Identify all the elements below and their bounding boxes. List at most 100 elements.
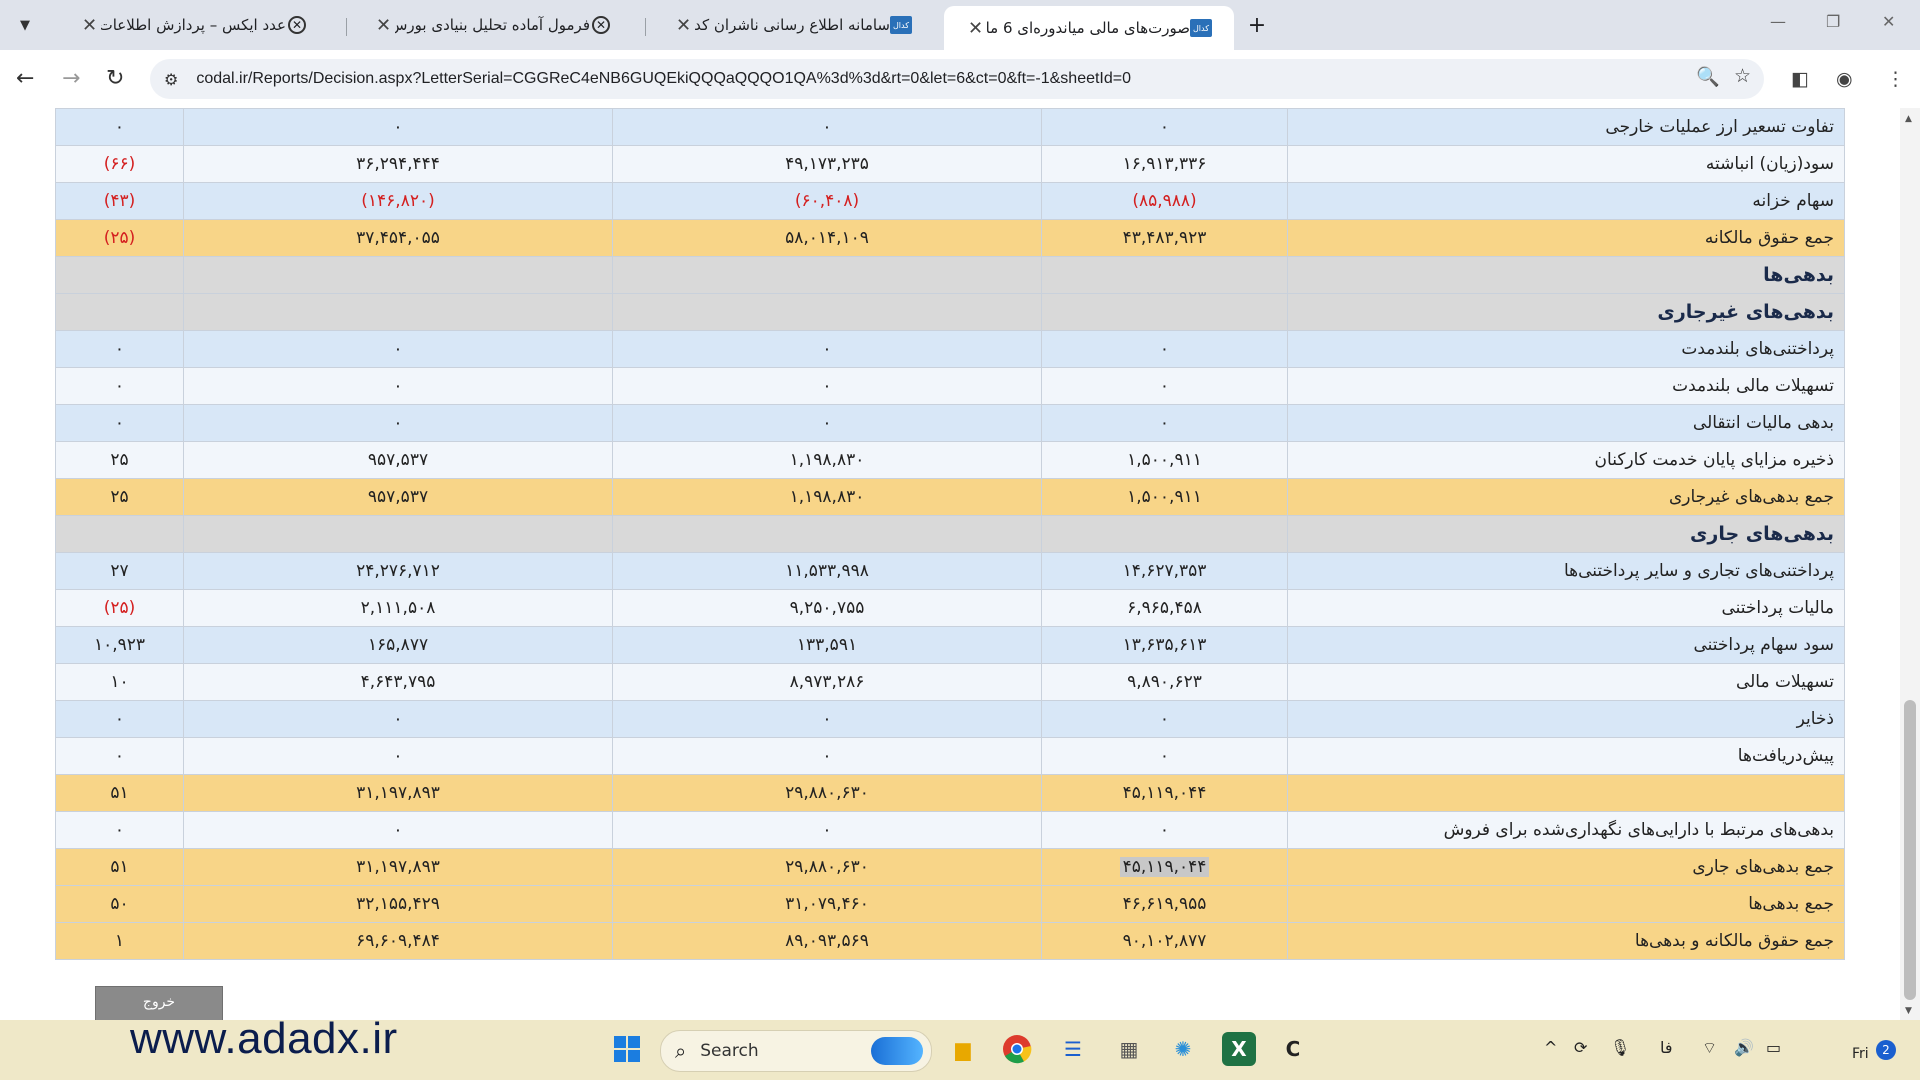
cell-value: ۰ <box>1159 339 1170 359</box>
value-cell-c3 <box>183 256 613 294</box>
battery-icon[interactable]: ▭ <box>1766 1038 1781 1057</box>
financial-statement-table: ۰ ۰ ۰ ۰ تفاوت تسعیر ارز عملیات خارجی (۶۶) ۳۶,۲… <box>55 108 1845 960</box>
value-cell-c4: ۲۵ <box>55 478 184 516</box>
tab-formula[interactable]: ✕ فرمول آماده تحلیل بنیادی بورس ✕ <box>352 8 634 42</box>
scrollbar-thumb[interactable] <box>1904 700 1916 1000</box>
excel-icon[interactable]: X <box>1222 1032 1256 1066</box>
url-text[interactable]: codal.ir/Reports/Decision.aspx?LetterSer… <box>196 70 1131 88</box>
value-cell-c1: ۰ <box>1041 737 1288 775</box>
camtasia-icon[interactable]: C <box>1276 1032 1310 1066</box>
row-label: سود سهام پرداختنی <box>1287 626 1845 664</box>
tab-close-icon[interactable]: ✕ <box>376 15 391 36</box>
cell-value: ۲۹,۸۸۰,۶۳۰ <box>785 857 869 877</box>
new-tab-plus-icon[interactable]: + <box>1242 10 1272 40</box>
value-cell-c2: ۰ <box>612 737 1042 775</box>
tab-close-icon[interactable]: ✕ <box>968 18 983 39</box>
value-cell-c1: ۱,۵۰۰,۹۱۱ <box>1041 478 1288 516</box>
value-cell-c4: ۱۰,۹۲۳ <box>55 626 184 664</box>
tab-close-icon[interactable]: ✕ <box>676 15 691 36</box>
site-info-tune-icon[interactable]: ⚙ <box>164 70 178 89</box>
notification-count-badge[interactable]: 2 <box>1876 1040 1896 1060</box>
minimize-icon[interactable]: — <box>1770 12 1786 31</box>
value-cell-c2: ۱,۱۹۸,۸۳۰ <box>612 478 1042 516</box>
value-cell-c3: ۲,۱۱۱,۵۰۸ <box>183 589 613 627</box>
value-cell-c2: ۰ <box>612 700 1042 738</box>
notepad-icon[interactable]: ☰ <box>1056 1032 1090 1066</box>
cell-value: ۳۲,۱۵۵,۴۲۹ <box>356 894 440 914</box>
taskbar-day[interactable]: Fri <box>1852 1046 1869 1062</box>
tab-title: عدد ایکس – پردازش اطلاعات و دا <box>101 16 286 34</box>
tab-codal-home[interactable]: کدال سامانه اطلاع رسانی ناشران کدال ✕ <box>652 8 934 42</box>
chrome-icon[interactable] <box>1000 1032 1034 1066</box>
value-cell-c3: ۰ <box>183 811 613 849</box>
side-panel-icon[interactable]: ◧ <box>1791 68 1809 90</box>
cell-value: ۱۳,۶۳۵,۶۱۳ <box>1122 635 1207 655</box>
window-close-icon[interactable]: ✕ <box>1882 12 1895 31</box>
value-cell-c2: ۲۹,۸۸۰,۶۳۰ <box>612 848 1042 886</box>
favicon-codal-icon: کدال <box>1190 19 1212 37</box>
back-arrow-icon[interactable]: ← <box>16 66 34 91</box>
value-cell-c2: ۳۱,۰۷۹,۴۶۰ <box>612 885 1042 923</box>
cell-value: ۱,۵۰۰,۹۱۱ <box>1127 450 1202 470</box>
tab-title: صورت‌های مالی میاندوره‌ای 6 ماه <box>987 19 1190 37</box>
value-cell-c1: ۰ <box>1041 367 1288 405</box>
microphone-icon[interactable]: 🎙 <box>1610 1038 1630 1057</box>
page-content: ۰ ۰ ۰ ۰ تفاوت تسعیر ارز عملیات خارجی (۶۶) ۳۶,۲… <box>0 108 1920 1020</box>
tray-sync-icon[interactable]: ⟳ <box>1574 1038 1587 1057</box>
search-magnifier-icon: ⌕ <box>675 1039 687 1063</box>
scroll-up-arrow-icon[interactable]: ▲ <box>1905 114 1912 124</box>
value-cell-c1: ۱۶,۹۱۳,۳۳۶ <box>1041 145 1288 183</box>
file-explorer-icon[interactable]: ▆ <box>946 1032 980 1066</box>
value-cell-c2: (۶۰,۴۰۸) <box>612 182 1042 220</box>
table-row: ۲۵ ۹۵۷,۵۳۷ ۱,۱۹۸,۸۳۰ ۱,۵۰۰,۹۱۱ جمع بدهی‌های … <box>55 478 1845 516</box>
keyboard-language[interactable]: فا <box>1660 1038 1673 1057</box>
browser-menu-kebab-icon[interactable]: ⋮ <box>1886 68 1905 90</box>
value-cell-c3 <box>183 515 613 553</box>
cell-value: ۱۰,۹۲۳ <box>93 635 146 655</box>
zoom-magnifier-icon[interactable]: 🔍 <box>1696 65 1720 88</box>
value-cell-c2: ۵۸,۰۱۴,۱۰۹ <box>612 219 1042 257</box>
cell-value: ۶۹,۶۰۹,۴۸۴ <box>356 931 440 951</box>
reload-icon[interactable]: ↻ <box>106 66 124 91</box>
value-cell-c4 <box>55 515 184 553</box>
row-label: سود(زیان) انباشته <box>1287 145 1845 183</box>
scroll-down-arrow-icon[interactable]: ▼ <box>1905 1006 1912 1016</box>
taskbar-search-box[interactable]: ⌕ Search <box>660 1030 932 1072</box>
value-cell-c2: ۸,۹۷۳,۲۸۶ <box>612 663 1042 701</box>
value-cell-c1: ۰ <box>1041 330 1288 368</box>
row-label: سهام خزانه <box>1287 182 1845 220</box>
network-app-icon[interactable]: ✺ <box>1166 1032 1200 1066</box>
tab-strip: ▼ ✕ عدد ایکس – پردازش اطلاعات و دا ✕ ✕ ف… <box>0 0 1920 50</box>
value-cell-c4: (۲۵) <box>55 219 184 257</box>
profile-avatar-icon[interactable]: ◉ <box>1836 68 1853 90</box>
value-cell-c3: ۳۶,۲۹۴,۴۴۴ <box>183 145 613 183</box>
wifi-icon[interactable]: ⌔ <box>1702 1038 1717 1058</box>
cell-value: (۲۵) <box>103 598 136 618</box>
bookmark-star-icon[interactable]: ☆ <box>1734 65 1751 87</box>
tray-chevron-up-icon[interactable]: ^ <box>1544 1038 1557 1057</box>
row-label: بدهی مالیات انتقالی <box>1287 404 1845 442</box>
cell-value: ۰ <box>114 117 125 137</box>
tab-financial-statements[interactable]: کدال صورت‌های مالی میاندوره‌ای 6 ماه ✕ <box>944 6 1234 50</box>
forward-arrow-icon[interactable]: → <box>62 66 80 91</box>
tab-search-chevron-icon[interactable]: ▼ <box>10 10 40 40</box>
tab-close-icon[interactable]: ✕ <box>82 15 97 36</box>
calculator-icon[interactable]: ▦ <box>1112 1032 1146 1066</box>
windows-start-icon[interactable] <box>610 1032 644 1066</box>
value-cell-c4: ۰ <box>55 330 184 368</box>
cell-value: ۰ <box>393 709 403 729</box>
cell-value: ۲,۱۱۱,۵۰۸ <box>360 598 436 618</box>
address-bar[interactable]: ⚙ codal.ir/Reports/Decision.aspx?LetterS… <box>150 59 1764 99</box>
table-row: (۶۶) ۳۶,۲۹۴,۴۴۴ ۴۹,۱۷۳,۲۳۵ ۱۶,۹۱۳,۳۳۶ سود(زی… <box>55 145 1845 183</box>
tab-separator <box>346 18 347 36</box>
volume-icon[interactable]: 🔊 <box>1734 1038 1754 1057</box>
table-row: ۲۷ ۲۴,۲۷۶,۷۱۲ ۱۱,۵۳۳,۹۹۸ ۱۴,۶۲۷,۳۵۳ پرداختنی… <box>55 552 1845 590</box>
tab-adadx[interactable]: ✕ عدد ایکس – پردازش اطلاعات و دا ✕ <box>58 8 330 42</box>
favicon-codal-icon: کدال <box>890 16 912 34</box>
cell-value: ۰ <box>822 376 832 396</box>
value-cell-c4: ۰ <box>55 367 184 405</box>
cell-value: ۰ <box>1159 117 1170 137</box>
value-cell-c1: ۴۵,۱۱۹,۰۴۴ <box>1041 848 1288 886</box>
cell-value: (۱۴۶,۸۲۰) <box>361 191 435 211</box>
restore-icon[interactable]: ❐ <box>1826 12 1840 31</box>
